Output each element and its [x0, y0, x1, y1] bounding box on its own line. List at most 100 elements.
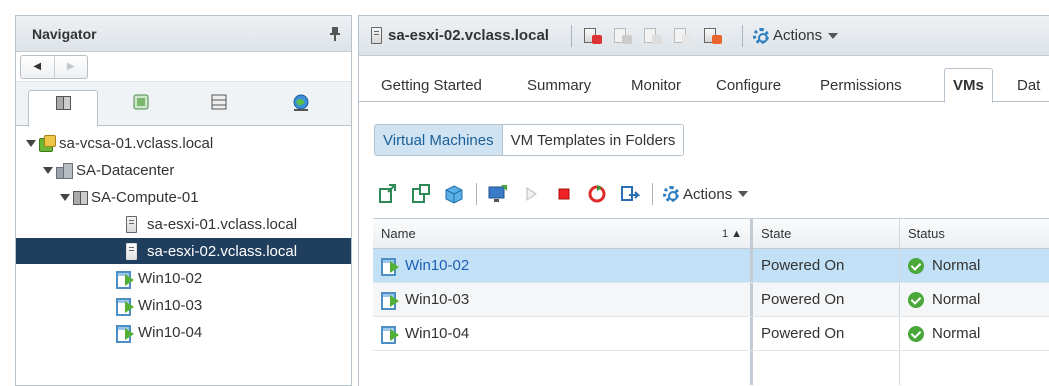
tree-node-host-02[interactable]: sa-esxi-02.vclass.local	[16, 238, 351, 264]
vms-and-templates-icon	[133, 94, 149, 110]
vm-icon	[116, 297, 136, 316]
vm-actions-menu[interactable]: Actions	[663, 186, 749, 203]
migrate-icon[interactable]	[619, 183, 641, 205]
tree-node-vm[interactable]: Win10-04	[116, 319, 202, 345]
tree-label: SA-Compute-01	[91, 188, 199, 206]
pin-icon[interactable]	[329, 26, 341, 42]
register-vm-icon[interactable]	[410, 183, 432, 205]
new-vm-icon[interactable]	[377, 183, 399, 205]
vm-icon	[381, 325, 401, 344]
tree-node-host-01[interactable]: sa-esxi-01.vclass.local	[16, 211, 351, 237]
tree-node-vcenter[interactable]: sa-vcsa-01.vclass.local	[26, 130, 213, 156]
tab-permissions[interactable]: Permissions	[812, 68, 910, 102]
power-on-host-icon[interactable]	[612, 26, 634, 46]
cell-state: Powered On	[753, 317, 900, 350]
history-buttons: ◀ ▶	[20, 54, 88, 79]
expand-caret-icon[interactable]	[60, 193, 70, 201]
back-button[interactable]: ◀	[21, 56, 54, 78]
vm-icon	[381, 291, 401, 310]
expand-caret-icon[interactable]	[26, 139, 36, 147]
reboot-host-icon[interactable]	[702, 26, 724, 46]
tree-node-vm[interactable]: Win10-03	[116, 292, 202, 318]
sort-indicator: 1 ▲	[721, 227, 742, 240]
cell-empty	[900, 351, 1049, 385]
cell-status: Normal	[900, 317, 1049, 350]
navigator-tabs	[16, 82, 351, 127]
host-icon	[126, 215, 137, 233]
toolbar-separator	[741, 24, 743, 47]
tab-monitor[interactable]: Monitor	[623, 68, 689, 102]
cell-empty	[373, 351, 753, 385]
host-icon	[371, 27, 382, 44]
tab-networking[interactable]	[266, 90, 336, 126]
vm-toolbar: Actions	[377, 181, 749, 207]
vm-name-link[interactable]: Win10-02	[405, 257, 469, 274]
tab-getting-started[interactable]: Getting Started	[373, 68, 490, 102]
tree-label: SA-Datacenter	[76, 161, 175, 179]
tab-hosts-and-clusters[interactable]	[28, 90, 98, 127]
navigator-header: Navigator	[16, 16, 351, 52]
status-text: Normal	[932, 257, 981, 274]
object-header: sa-esxi-02.vclass.local Actions	[359, 16, 1049, 56]
vm-name-link[interactable]: Win10-04	[405, 325, 469, 342]
tab-summary[interactable]: Summary	[519, 68, 599, 102]
subtab-vm-templates[interactable]: VM Templates in Folders	[502, 125, 684, 155]
power-on-icon[interactable]	[520, 183, 542, 205]
hosts-and-clusters-icon	[56, 95, 71, 110]
networking-icon	[293, 94, 309, 111]
cell-status: Normal	[900, 249, 1049, 282]
tree-label: sa-esxi-01.vclass.local	[147, 215, 298, 233]
column-header-name[interactable]: Name 1 ▲	[373, 219, 753, 248]
subtab-virtual-machines[interactable]: Virtual Machines	[375, 125, 503, 155]
exit-maintenance-icon[interactable]	[642, 26, 664, 46]
tab-datastores[interactable]: Dat	[1009, 68, 1048, 102]
toolbar-separator	[476, 183, 477, 205]
tree-node-vm[interactable]: Win10-02	[116, 265, 202, 291]
check-circle-icon	[908, 257, 924, 274]
check-circle-icon	[908, 291, 924, 308]
column-header-state[interactable]: State	[753, 219, 900, 248]
open-console-icon[interactable]	[487, 183, 509, 205]
object-panel: sa-esxi-02.vclass.local Actions Getting …	[358, 15, 1049, 386]
status-text: Normal	[932, 291, 981, 308]
cell-status: Normal	[900, 283, 1049, 316]
column-header-status[interactable]: Status	[900, 219, 1049, 248]
table-row[interactable]: Win10-02 Powered On Normal	[373, 249, 1049, 283]
vm-icon	[116, 270, 136, 289]
storage-icon	[211, 94, 227, 110]
tab-configure[interactable]: Configure	[708, 68, 789, 102]
actions-menu[interactable]: Actions	[752, 27, 839, 44]
tree-label: sa-esxi-02.vclass.local	[147, 242, 298, 260]
power-off-icon[interactable]	[553, 183, 575, 205]
cell-name: Win10-03	[373, 283, 753, 316]
reset-icon[interactable]	[586, 183, 608, 205]
tab-storage[interactable]	[184, 90, 254, 126]
power-off-host-icon[interactable]	[582, 26, 604, 46]
tree-node-datacenter[interactable]: SA-Datacenter	[43, 157, 174, 183]
tab-vms[interactable]: VMs	[944, 68, 993, 103]
forward-button[interactable]: ▶	[53, 55, 88, 78]
cell-state: Powered On	[753, 283, 900, 316]
tab-vms-and-templates[interactable]	[106, 90, 176, 126]
cell-empty	[753, 351, 900, 385]
vm-name-link[interactable]: Win10-03	[405, 291, 469, 308]
column-label: Name	[381, 226, 416, 241]
deploy-ovf-icon[interactable]	[443, 183, 465, 205]
table-row[interactable]: Win10-03 Powered On Normal	[373, 283, 1049, 317]
enter-maintenance-icon[interactable]	[672, 26, 694, 46]
table-row[interactable]: Win10-04 Powered On Normal	[373, 317, 1049, 351]
gear-icon	[752, 27, 769, 44]
vcenter-icon	[39, 135, 56, 152]
chevron-down-icon	[828, 32, 839, 39]
tree-node-cluster[interactable]: SA-Compute-01	[60, 184, 199, 210]
toolbar-separator	[570, 24, 572, 47]
navigator-panel: Navigator ◀ ▶ sa-vcsa-01.vclass.local SA…	[15, 15, 352, 386]
tree-label: Win10-02	[138, 269, 203, 287]
expand-caret-icon[interactable]	[43, 166, 53, 174]
tree-label: sa-vcsa-01.vclass.local	[59, 134, 214, 152]
vm-subtabs: Virtual Machines VM Templates in Folders	[374, 124, 685, 156]
actions-label: Actions	[772, 27, 823, 44]
gear-icon	[663, 186, 679, 202]
grid-header: Name 1 ▲ State Status	[373, 219, 1049, 249]
vm-icon	[381, 257, 401, 276]
